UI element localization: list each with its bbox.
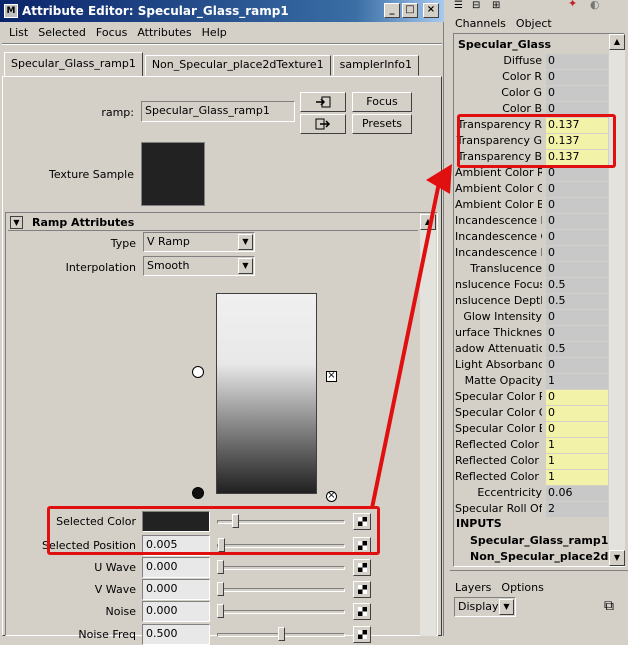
annotation-arrow-line (370, 177, 442, 509)
annotation-arrow (370, 164, 452, 509)
